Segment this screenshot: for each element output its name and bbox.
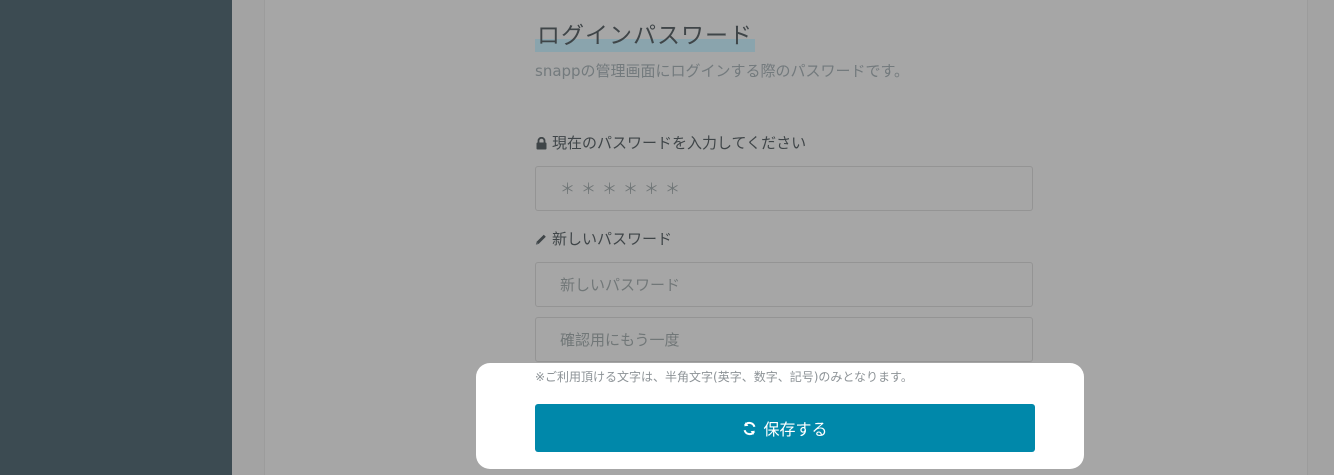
current-password-input[interactable]: [535, 166, 1033, 211]
new-password-input[interactable]: [535, 262, 1033, 307]
lock-icon: [535, 136, 547, 150]
current-password-label: 現在のパスワードを入力してください: [535, 132, 806, 154]
save-button-label: 保存する: [763, 420, 828, 439]
refresh-icon: [742, 421, 757, 436]
password-character-note: ※ご利用頂ける文字は、半角文字(英字、数字、記号)のみとなります。: [535, 370, 913, 384]
confirm-password-input[interactable]: [535, 317, 1033, 362]
section-title-wrap: ログインパスワード: [535, 20, 755, 52]
save-button[interactable]: 保存する: [535, 404, 1035, 452]
sidebar: [0, 0, 232, 475]
section-title: ログインパスワード: [535, 20, 755, 52]
new-password-label-text: 新しいパスワード: [552, 230, 673, 248]
new-password-label: 新しいパスワード: [535, 228, 672, 250]
section-subtitle: snappの管理画面にログインする際のパスワードです。: [535, 62, 910, 80]
pencil-icon: [535, 232, 547, 246]
current-password-label-text: 現在のパスワードを入力してください: [552, 134, 807, 152]
